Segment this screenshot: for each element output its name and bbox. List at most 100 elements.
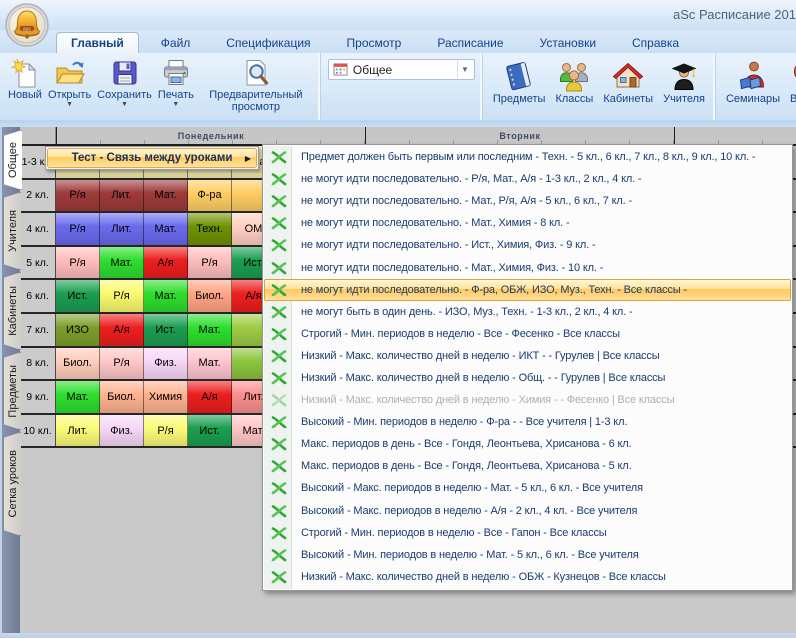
- context-menu-item-test-link[interactable]: Тест - Связь между уроками ▶: [47, 148, 257, 168]
- lesson-cell[interactable]: Мат.: [188, 348, 232, 380]
- sidebar-tab-general[interactable]: Общее: [3, 130, 22, 190]
- submenu-item[interactable]: не могут идти последовательно. - Р/я, Ма…: [264, 168, 791, 190]
- submenu-item-text: Высокий - Мин. периодов в неделю - Ф-ра …: [301, 416, 627, 428]
- submenu-item[interactable]: Строгий - Мин. периодов в неделю - Все -…: [264, 323, 791, 345]
- submenu-item[interactable]: Макс. периодов в день - Все - Гондя, Лео…: [264, 455, 791, 477]
- class-row-label[interactable]: 4 кл.: [20, 213, 56, 245]
- lesson-cell[interactable]: Биол.: [100, 381, 144, 413]
- link-icon: [270, 524, 288, 542]
- lesson-cell[interactable]: Лит.: [100, 180, 144, 212]
- submenu-item[interactable]: не могут идти последовательно. - Мат., Р…: [264, 190, 791, 212]
- new-button[interactable]: Новый: [5, 56, 45, 110]
- submenu-item[interactable]: не могут идти последовательно. - Мат., Х…: [264, 212, 791, 234]
- lesson-cell[interactable]: Мат.: [144, 213, 188, 245]
- dropdown-arrow-icon[interactable]: ▼: [121, 101, 128, 110]
- classes-button[interactable]: Классы: [550, 56, 598, 105]
- teachers-button-label: Учителя: [663, 93, 705, 105]
- lesson-cell[interactable]: Р/я: [56, 213, 100, 245]
- lesson-cell[interactable]: Р/я: [56, 180, 100, 212]
- print-button[interactable]: Печать▼: [155, 56, 197, 110]
- submenu-item-text: не могут идти последовательно. - Мат., Р…: [301, 195, 632, 207]
- tab-main[interactable]: Главный: [56, 32, 139, 53]
- lesson-cell[interactable]: Мат.: [144, 280, 188, 312]
- link-icon: [270, 413, 288, 431]
- ribbon-tab-bar: Главный Файл Спецификация Просмотр Расписани…: [0, 30, 796, 53]
- lesson-cell[interactable]: Мат.: [144, 180, 188, 212]
- submenu-item[interactable]: Предмет должен быть первым или последним…: [264, 146, 791, 168]
- tab-file[interactable]: Файл: [147, 33, 205, 53]
- tab-specification[interactable]: Спецификация: [212, 33, 324, 53]
- submenu-item[interactable]: Высокий - Макс. периодов в неделю - Мат.…: [264, 477, 791, 499]
- lesson-cell[interactable]: Р/я: [100, 280, 144, 312]
- class-row-label[interactable]: 9 кл.: [20, 381, 56, 413]
- submenu-item-text: Строгий - Мин. периодов в неделю - Все -…: [301, 527, 607, 539]
- submenu-item[interactable]: не могут быть в один день. - ИЗО, Муз., …: [264, 301, 791, 323]
- lesson-cell[interactable]: А/я: [144, 247, 188, 279]
- submenu-item[interactable]: Высокий - Мин. периодов в неделю - Ф-ра …: [264, 411, 791, 433]
- print-preview-button-label: Предварительный просмотр: [200, 89, 312, 113]
- tab-settings[interactable]: Установки: [526, 33, 610, 53]
- sidebar-tab-classrooms[interactable]: Кабинеты: [3, 272, 21, 350]
- app-logo-bell-icon[interactable]: asc: [4, 2, 50, 48]
- teachers-button[interactable]: Учителя: [658, 56, 710, 105]
- sidebar-tab-subjects[interactable]: Предметы: [3, 352, 21, 430]
- submenu-item[interactable]: Низкий - Макс. количество дней в неделю …: [264, 345, 791, 367]
- save-button[interactable]: Сохранить▼: [94, 56, 155, 110]
- grid-corner-cell: [20, 127, 56, 144]
- lesson-cell[interactable]: Физ.: [144, 348, 188, 380]
- class-row-label[interactable]: 10 кл.: [20, 415, 56, 447]
- submenu-item[interactable]: не могут идти последовательно. - Ф-ра, О…: [264, 279, 791, 301]
- lesson-cell[interactable]: А/я: [100, 314, 144, 346]
- lesson-cell[interactable]: ИЗО: [56, 314, 100, 346]
- class-row-label[interactable]: 8 кл.: [20, 348, 56, 380]
- submenu-item[interactable]: Строгий - Мин. периодов в неделю - Все -…: [264, 522, 791, 544]
- lesson-cell[interactable]: Мат.: [56, 381, 100, 413]
- submenu-item[interactable]: Низкий - Макс. количество дней в неделю …: [264, 566, 791, 588]
- classrooms-button[interactable]: Кабинеты: [598, 56, 658, 105]
- lesson-cell[interactable]: Ф-ра: [188, 180, 232, 212]
- seminars-button[interactable]: Семинары: [721, 56, 785, 105]
- submenu-item[interactable]: Низкий - Макс. количество дней в неделю …: [264, 367, 791, 389]
- lesson-cell[interactable]: Ист.: [188, 415, 232, 447]
- subjects-button[interactable]: Предметы: [488, 56, 551, 105]
- lesson-cell[interactable]: Ист.: [56, 280, 100, 312]
- lesson-cell[interactable]: Химия: [144, 381, 188, 413]
- tab-view[interactable]: Просмотр: [333, 33, 416, 53]
- link-icon: [270, 192, 288, 210]
- print-button-label: Печать: [158, 89, 194, 101]
- submenu-item[interactable]: Макс. периодов в день - Все - Гондя, Лео…: [264, 433, 791, 455]
- sidebar-tab-lesson-grid[interactable]: Сетка уроков: [3, 432, 21, 536]
- sidebar-tab-teachers[interactable]: Учителя: [3, 192, 21, 270]
- lesson-cell[interactable]: Ист.: [144, 314, 188, 346]
- lesson-cell[interactable]: Лит.: [56, 415, 100, 447]
- submenu-item[interactable]: не могут идти последовательно. - Ист., Х…: [264, 234, 791, 256]
- lesson-cell[interactable]: Р/я: [56, 247, 100, 279]
- dropdown-arrow-icon[interactable]: ▼: [172, 101, 179, 110]
- lesson-cell[interactable]: Лит.: [100, 213, 144, 245]
- lesson-cell[interactable]: Техн.: [188, 213, 232, 245]
- lesson-cell[interactable]: Р/я: [188, 247, 232, 279]
- lesson-cell[interactable]: А/я: [188, 381, 232, 413]
- relations-button[interactable]: Взаимо: [785, 56, 796, 105]
- view-selector[interactable]: Общее ▼: [328, 59, 475, 80]
- print-preview-button[interactable]: Предварительный просмотр: [197, 56, 315, 122]
- class-row-label[interactable]: 5 кл.: [20, 247, 56, 279]
- class-row-label[interactable]: 2 кл.: [20, 180, 56, 212]
- class-row-label[interactable]: 6 кл.: [20, 280, 56, 312]
- submenu-item[interactable]: Высокий - Мин. периодов в неделю - Мат. …: [264, 544, 791, 566]
- lesson-cell[interactable]: Биол.: [56, 348, 100, 380]
- dropdown-arrow-icon[interactable]: ▼: [66, 101, 73, 110]
- class-row-label[interactable]: 7 кл.: [20, 314, 56, 346]
- lesson-cell[interactable]: Физ.: [100, 415, 144, 447]
- chevron-down-icon[interactable]: ▼: [457, 60, 472, 79]
- lesson-cell[interactable]: Мат.: [100, 247, 144, 279]
- lesson-cell[interactable]: Р/я: [100, 348, 144, 380]
- lesson-cell[interactable]: Биол.: [188, 280, 232, 312]
- submenu-item[interactable]: Высокий - Макс. периодов в неделю - А/я …: [264, 500, 791, 522]
- tab-timetable[interactable]: Расписание: [423, 33, 517, 53]
- lesson-cell[interactable]: Р/я: [144, 415, 188, 447]
- submenu-item[interactable]: не могут идти последовательно. - Мат., Х…: [264, 256, 791, 278]
- tab-help[interactable]: Справка: [618, 33, 693, 53]
- open-button[interactable]: Открыть▼: [45, 56, 94, 110]
- lesson-cell[interactable]: Мат.: [188, 314, 232, 346]
